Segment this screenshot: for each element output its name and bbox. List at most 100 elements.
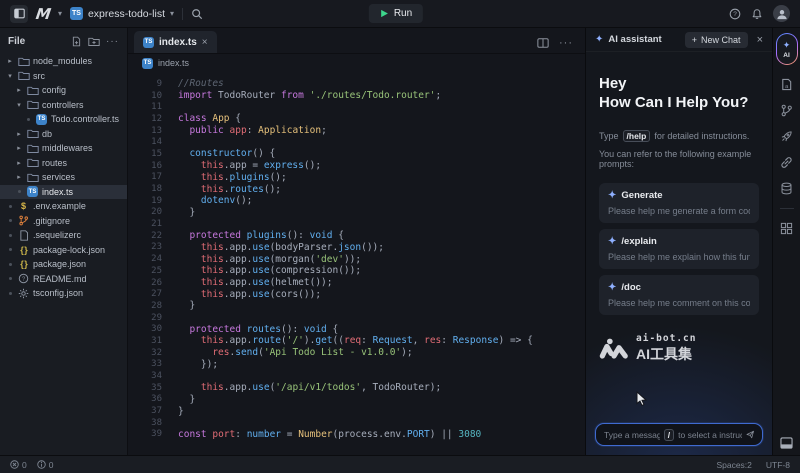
chat-input[interactable]: Type a message or / to select a instruct… — [595, 423, 763, 446]
tree-item-routes[interactable]: ▸routes — [0, 156, 127, 171]
rail-ai-assistant-button[interactable]: ✦ AI — [776, 33, 798, 65]
code-line-18[interactable]: 18 this.routes(); — [128, 183, 585, 195]
code-text: dotenv(); — [162, 195, 252, 206]
code-line-17[interactable]: 17 this.plugins(); — [128, 172, 585, 184]
prompt-card--explain[interactable]: ✦/explainPlease help me explain how this… — [599, 229, 759, 269]
help-command-chip[interactable]: /help — [623, 130, 651, 142]
indentation-setting[interactable]: Spaces:2 — [716, 460, 751, 470]
code-line-33[interactable]: 33 }); — [128, 359, 585, 371]
tree-item--gitignore[interactable]: .gitignore — [0, 214, 127, 229]
notifications-bell-icon[interactable] — [751, 8, 763, 20]
chevron-right-icon[interactable]: ▸ — [15, 130, 23, 138]
code-line-20[interactable]: 20 } — [128, 207, 585, 219]
code-line-36[interactable]: 36 } — [128, 394, 585, 406]
send-message-icon[interactable] — [746, 429, 754, 440]
code-line-24[interactable]: 24 this.app.use(morgan('dev')); — [128, 253, 585, 265]
modified-dot — [6, 219, 14, 222]
tree-item-package-json[interactable]: { }package.json — [0, 257, 127, 272]
toggle-sidebar-button[interactable] — [10, 5, 28, 23]
code-line-35[interactable]: 35 this.app.use('/api/v1/todos', TodoRou… — [128, 382, 585, 394]
code-line-39[interactable]: 39const port: number = Number(process.en… — [128, 429, 585, 441]
code-line-12[interactable]: 12class App { — [128, 113, 585, 125]
rail-database-button[interactable] — [780, 182, 793, 195]
tree-item-db[interactable]: ▸db — [0, 127, 127, 142]
split-editor-icon[interactable] — [537, 37, 549, 49]
encoding-setting[interactable]: UTF-8 — [766, 460, 790, 470]
code-line-15[interactable]: 15 constructor() { — [128, 148, 585, 160]
tree-item-todo-controller-ts[interactable]: TSTodo.controller.ts — [0, 112, 127, 127]
tree-item-services[interactable]: ▸services — [0, 170, 127, 185]
code-editor[interactable]: 9//Routes10import TodoRouter from './rou… — [128, 72, 585, 455]
rail-links-button[interactable] — [780, 156, 793, 169]
code-line-27[interactable]: 27 this.app.use(cors()); — [128, 288, 585, 300]
editor-more-icon[interactable]: ··· — [559, 37, 573, 49]
code-line-34[interactable]: 34 — [128, 370, 585, 382]
search-icon[interactable] — [191, 8, 203, 20]
chevron-right-icon[interactable]: ▸ — [15, 144, 23, 152]
close-ai-panel-icon[interactable]: × — [757, 34, 763, 46]
chevron-down-icon[interactable]: ▾ — [6, 72, 14, 80]
rail-divider — [780, 208, 794, 209]
tree-item-config[interactable]: ▸config — [0, 83, 127, 98]
toggle-bottom-panel-button[interactable] — [780, 437, 793, 449]
code-line-9[interactable]: 9//Routes — [128, 78, 585, 90]
code-line-21[interactable]: 21 — [128, 218, 585, 230]
tree-item-src[interactable]: ▾src — [0, 69, 127, 84]
code-line-29[interactable]: 29 — [128, 312, 585, 324]
code-line-11[interactable]: 11 — [128, 101, 585, 113]
tree-item--env-example[interactable]: $.env.example — [0, 199, 127, 214]
tree-item-node-modules[interactable]: ▸node_modules — [0, 54, 127, 69]
code-line-26[interactable]: 26 this.app.use(helmet()); — [128, 277, 585, 289]
chevron-right-icon[interactable]: ▸ — [15, 173, 23, 181]
new-folder-icon[interactable] — [88, 36, 100, 47]
workspace-chevron-icon[interactable]: ▾ — [58, 9, 62, 18]
run-button[interactable]: Run — [369, 4, 423, 23]
chevron-right-icon[interactable]: ▸ — [15, 86, 23, 94]
typescript-file-icon: TS — [142, 58, 153, 69]
new-file-icon[interactable] — [71, 36, 82, 47]
code-line-31[interactable]: 31 this.app.route('/').get((req: Request… — [128, 335, 585, 347]
help-icon[interactable]: ? — [729, 8, 741, 20]
rail-deploy-button[interactable] — [780, 130, 793, 143]
code-line-32[interactable]: 32 res.send('Api Todo List - v1.0.0'); — [128, 347, 585, 359]
code-line-30[interactable]: 30 protected routes(): void { — [128, 323, 585, 335]
prompt-card-generate[interactable]: ✦GeneratePlease help me generate a form … — [599, 183, 759, 223]
code-line-16[interactable]: 16 this.app = express(); — [128, 160, 585, 172]
new-chat-button[interactable]: + New Chat — [685, 32, 748, 48]
code-line-19[interactable]: 19 dotenv(); — [128, 195, 585, 207]
tree-item-controllers[interactable]: ▾controllers — [0, 98, 127, 113]
tree-item-readme-md[interactable]: ?README.md — [0, 272, 127, 287]
marscode-logo[interactable]: M — [35, 5, 51, 23]
code-line-37[interactable]: 37} — [128, 405, 585, 417]
code-text: this.app.use(helmet()); — [162, 277, 332, 288]
tab-close-icon[interactable]: × — [202, 37, 208, 48]
project-switcher[interactable]: TS express-todo-list ▾ — [70, 7, 174, 20]
code-line-14[interactable]: 14 — [128, 136, 585, 148]
explorer-more-icon[interactable]: ··· — [106, 36, 119, 47]
code-line-23[interactable]: 23 this.app.use(bodyParser.json()); — [128, 242, 585, 254]
tree-item--sequelizerc[interactable]: .sequelizerc — [0, 228, 127, 243]
problems-errors[interactable]: 0 — [10, 460, 27, 470]
chevron-down-icon[interactable]: ▾ — [15, 101, 23, 109]
code-line-28[interactable]: 28 } — [128, 300, 585, 312]
panel-icon — [780, 437, 793, 449]
prompt-card--doc[interactable]: ✦/docPlease help me comment on this code… — [599, 275, 759, 315]
code-line-13[interactable]: 13 public app: Application; — [128, 125, 585, 137]
tree-item-middlewares[interactable]: ▸middlewares — [0, 141, 127, 156]
tab-index-ts[interactable]: TS index.ts × — [134, 31, 217, 53]
user-avatar[interactable] — [773, 5, 790, 22]
chevron-right-icon[interactable]: ▸ — [15, 159, 23, 167]
rail-extensions-button[interactable] — [780, 222, 793, 235]
tree-item-index-ts[interactable]: TSindex.ts — [0, 185, 127, 200]
code-line-22[interactable]: 22 protected plugins(): void { — [128, 230, 585, 242]
chevron-right-icon[interactable]: ▸ — [6, 57, 14, 65]
breadcrumb[interactable]: TS index.ts — [128, 54, 585, 72]
code-line-10[interactable]: 10import TodoRouter from './routes/Todo.… — [128, 90, 585, 102]
tree-item-package-lock-json[interactable]: { }package-lock.json — [0, 243, 127, 258]
rail-docs-button[interactable]: a — [780, 78, 793, 91]
problems-infos[interactable]: 0 — [37, 460, 54, 470]
code-line-38[interactable]: 38 — [128, 417, 585, 429]
tree-item-tsconfig-json[interactable]: tsconfig.json — [0, 286, 127, 301]
code-line-25[interactable]: 25 this.app.use(compression()); — [128, 265, 585, 277]
rail-source-control-button[interactable] — [780, 104, 793, 117]
